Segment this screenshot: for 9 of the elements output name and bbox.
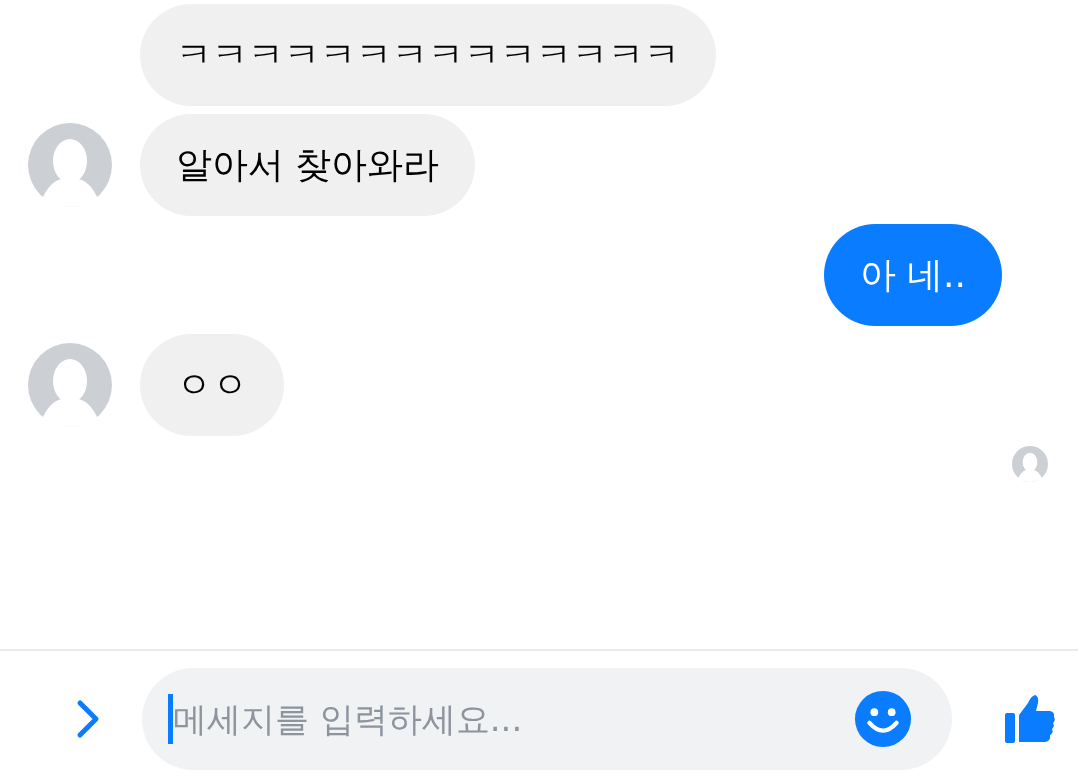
message-bubble: ㅋㅋㅋㅋㅋㅋㅋㅋㅋㅋㅋㅋㅋㅋ xyxy=(140,4,716,106)
message-bar[interactable]: 메세지를 입력하세요... xyxy=(142,668,952,770)
smiley-icon[interactable] xyxy=(854,690,912,748)
thumbs-up-icon[interactable] xyxy=(1004,693,1056,745)
message-bubble: ㅇㅇ xyxy=(140,334,284,436)
message-bubble: 아 네.. xyxy=(823,224,1002,326)
message-input-field[interactable]: 메세지를 입력하세요... xyxy=(173,699,854,739)
chevron-right-icon[interactable] xyxy=(76,699,100,739)
message-bubble: 알아서 찾아와라 xyxy=(140,114,476,216)
